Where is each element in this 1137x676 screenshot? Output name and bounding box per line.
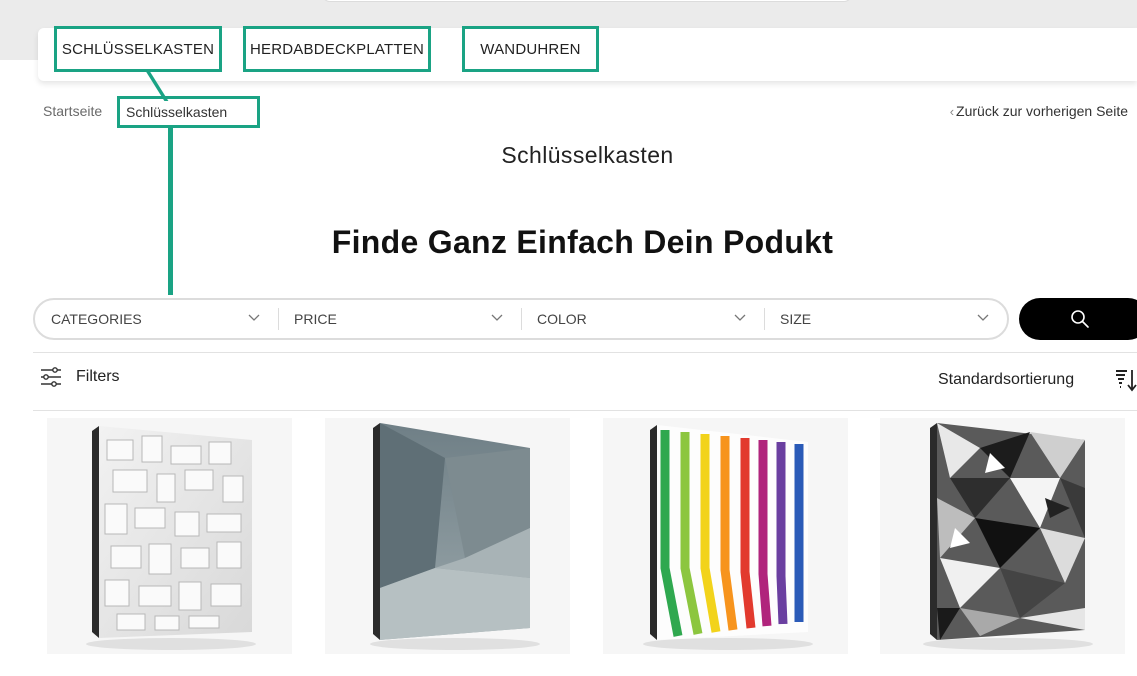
filter-categories-dropdown[interactable]: CATEGORIES: [35, 300, 278, 338]
filter-color-dropdown[interactable]: COLOR: [521, 300, 764, 338]
divider: [33, 352, 1137, 353]
product-card[interactable]: [325, 418, 570, 654]
chevron-down-icon: [734, 314, 746, 321]
chevron-down-icon: [248, 314, 260, 321]
page-title: Schlüsselkasten: [501, 142, 674, 168]
nav-item-wanduhren[interactable]: WANDUHREN: [462, 26, 599, 72]
divider: [33, 410, 1137, 411]
search-button[interactable]: [1019, 298, 1137, 340]
chevron-left-icon: ‹: [949, 103, 955, 119]
product-card[interactable]: [47, 418, 292, 654]
nav-item-schluesselkasten[interactable]: SCHLÜSSELKASTEN: [54, 26, 222, 72]
product-image: [643, 425, 813, 650]
back-link-label: Zurück zur vorherigen Seite: [956, 103, 1128, 119]
filters-button[interactable]: Filters: [40, 366, 120, 388]
nav-item-herdabdeckplatten[interactable]: HERDABDECKPLATTEN: [243, 26, 431, 72]
header-search-bar[interactable]: [322, 0, 852, 2]
product-card[interactable]: [880, 418, 1125, 654]
filter-bar: CATEGORIES PRICE COLOR SIZE: [33, 298, 1009, 340]
filter-price-dropdown[interactable]: PRICE: [278, 300, 521, 338]
product-image: [86, 426, 256, 650]
product-card[interactable]: [603, 418, 848, 654]
breadcrumb-home-link[interactable]: Startseite: [43, 103, 102, 119]
chevron-down-icon: [491, 314, 503, 321]
filters-label: Filters: [76, 368, 120, 385]
filter-categories-label: CATEGORIES: [51, 311, 142, 327]
breadcrumb-current: Schlüsselkasten: [117, 96, 260, 128]
sliders-icon: [41, 367, 61, 387]
filter-color-label: COLOR: [537, 311, 587, 327]
product-image: [923, 423, 1093, 650]
chevron-down-icon: [977, 314, 989, 321]
sort-descending-icon[interactable]: [1114, 368, 1137, 392]
product-image: [370, 423, 540, 650]
back-link[interactable]: ‹ Zurück zur vorherigen Seite: [950, 103, 1128, 119]
hero-heading: Finde Ganz Einfach Dein Podukt: [331, 224, 834, 260]
sort-dropdown[interactable]: Standardsortierung: [938, 371, 1074, 389]
search-icon: [1071, 310, 1089, 328]
filter-price-label: PRICE: [294, 311, 337, 327]
filter-size-label: SIZE: [780, 311, 812, 327]
filter-size-dropdown[interactable]: SIZE: [764, 300, 1007, 338]
